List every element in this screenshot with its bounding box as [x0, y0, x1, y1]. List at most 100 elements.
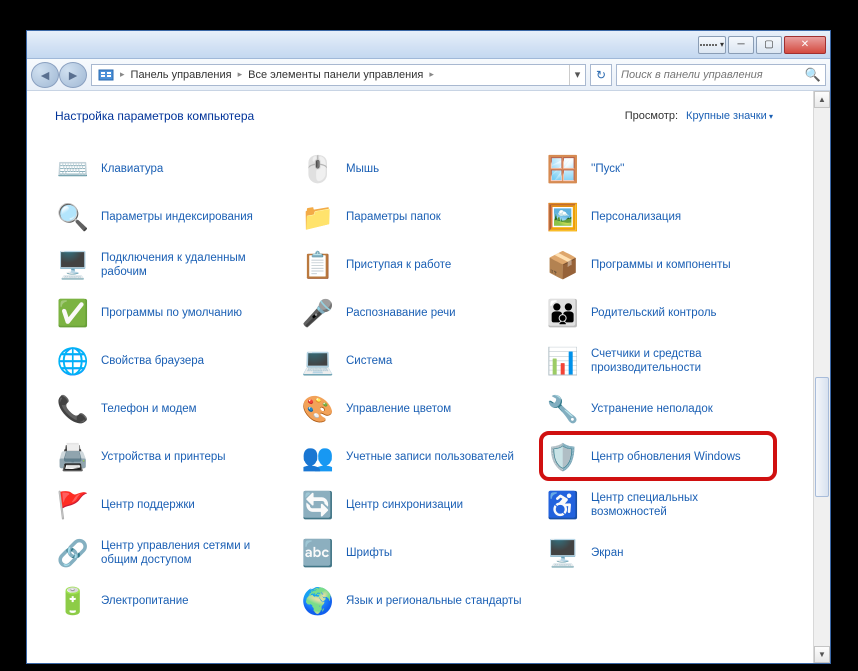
item-label: Программы и компоненты: [591, 258, 731, 272]
cp-item-folder-options[interactable]: 📁 Параметры папок: [300, 193, 545, 241]
item-label: Центр управления сетями и общим доступом: [101, 539, 281, 568]
item-label: Центр специальных возможностей: [591, 491, 771, 520]
action-center-icon: 🚩: [55, 487, 91, 523]
cp-item-troubleshooting[interactable]: 🔧Устранение неполадок: [545, 385, 790, 433]
item-label: Клавиатура: [101, 162, 163, 176]
folder-options-icon: 📁: [300, 199, 336, 235]
close-button[interactable]: ✕: [784, 36, 826, 54]
cp-item-personalization[interactable]: 🖼️Персонализация: [545, 193, 790, 241]
speech-recognition-icon: 🎤: [300, 295, 336, 331]
cp-item-power-options[interactable]: 🔋 Электропитание: [55, 577, 300, 625]
scroll-track[interactable]: [814, 108, 830, 646]
cp-item-performance-info[interactable]: 📊Счетчики и средства производительности: [545, 337, 790, 385]
cp-item-internet-options[interactable]: 🌐Свойства браузера: [55, 337, 300, 385]
item-label: Центр синхронизации: [346, 498, 463, 512]
item-label: Система: [346, 354, 392, 368]
cp-item-indexing-options[interactable]: 🔍Параметры индексирования: [55, 193, 300, 241]
sync-center-icon: 🔄: [300, 487, 336, 523]
getting-started-icon: 📋: [300, 247, 336, 283]
breadcrumb[interactable]: ▸ Панель управления ▸ Все элементы панел…: [91, 64, 586, 86]
item-label: Шрифты: [346, 546, 392, 560]
personalization-icon: 🖼️: [545, 199, 581, 235]
item-label: Телефон и модем: [101, 402, 197, 416]
arrow-right-icon: ►: [66, 67, 80, 83]
items-column: 🪟''Пуск''🖼️Персонализация 📦 Программы и ко…: [545, 145, 790, 625]
cp-item-mouse[interactable]: 🖱️Мышь: [300, 145, 545, 193]
cp-item-speech-recognition[interactable]: 🎤 Распознавание речи: [300, 289, 545, 337]
arrow-left-icon: ◄: [38, 67, 52, 83]
power-options-icon: 🔋: [55, 583, 91, 619]
nav-buttons: ◄ ►: [31, 62, 87, 88]
default-programs-icon: ✅: [55, 295, 91, 331]
view-label: Просмотр:: [625, 110, 678, 122]
cp-item-display[interactable]: 🖥️Экран: [545, 529, 790, 577]
cp-item-parental-controls[interactable]: 👪Родительский контроль: [545, 289, 790, 337]
cp-item-windows-update[interactable]: 🛡️ Центр обновления Windows: [545, 433, 790, 481]
items-column: 🖱️Мышь 📁 Параметры папок 📋Приступая к работ…: [300, 145, 545, 625]
breadcrumb-seg-1[interactable]: Панель управления: [127, 65, 236, 85]
vertical-scrollbar[interactable]: ▲ ▼: [813, 91, 830, 663]
item-label: Центр поддержки: [101, 498, 195, 512]
cp-item-programs-features[interactable]: 📦 Программы и компоненты: [545, 241, 790, 289]
cp-item-default-programs[interactable]: ✅Программы по умолчанию: [55, 289, 300, 337]
devices-printers-icon: 🖨️: [55, 439, 91, 475]
refresh-icon: ↻: [596, 68, 606, 82]
cp-item-network-sharing[interactable]: 🔗Центр управления сетями и общим доступо…: [55, 529, 300, 577]
search-icon: 🔍: [805, 67, 821, 83]
minimize-button[interactable]: ─: [728, 36, 754, 54]
refresh-button[interactable]: ↻: [590, 64, 612, 86]
search-input[interactable]: [621, 69, 805, 81]
maximize-button[interactable]: ▢: [756, 36, 782, 54]
cp-item-system[interactable]: 💻Система: [300, 337, 545, 385]
cp-item-user-accounts[interactable]: 👥Учетные записи пользователей: [300, 433, 545, 481]
item-label: Параметры индексирования: [101, 210, 253, 224]
cp-item-ease-of-access[interactable]: ♿Центр специальных возможностей: [545, 481, 790, 529]
cp-item-fonts[interactable]: 🔤 Шрифты: [300, 529, 545, 577]
fonts-icon: 🔤: [300, 535, 336, 571]
cp-item-keyboard[interactable]: ⌨️Клавиатура: [55, 145, 300, 193]
item-label: Подключения к удаленным рабочим: [101, 251, 281, 280]
search-box[interactable]: 🔍: [616, 64, 826, 86]
window-menu-button[interactable]: ▾: [698, 36, 726, 54]
breadcrumb-sep: ▸: [118, 69, 127, 80]
phone-modem-icon: 📞: [55, 391, 91, 427]
region-language-icon: 🌍: [300, 583, 336, 619]
windows-update-icon: 🛡️: [545, 439, 581, 475]
item-label: Экран: [591, 546, 623, 560]
programs-features-icon: 📦: [545, 247, 581, 283]
forward-button[interactable]: ►: [59, 62, 87, 88]
scroll-thumb[interactable]: [815, 377, 829, 497]
cp-item-region-language[interactable]: 🌍 Язык и региональные стандарты: [300, 577, 545, 625]
item-label: Родительский контроль: [591, 306, 717, 320]
main-panel: Настройка параметров компьютера Просмотр…: [27, 91, 813, 663]
cp-item-devices-printers[interactable]: 🖨️Устройства и принтеры: [55, 433, 300, 481]
scroll-down-button[interactable]: ▼: [814, 646, 830, 663]
item-label: Параметры папок: [346, 210, 441, 224]
items-column: ⌨️Клавиатура🔍Параметры индексирования🖥️П…: [55, 145, 300, 625]
cp-item-getting-started[interactable]: 📋Приступая к работе: [300, 241, 545, 289]
cp-item-remote-desktop[interactable]: 🖥️Подключения к удаленным рабочим: [55, 241, 300, 289]
taskbar-start-icon: 🪟: [545, 151, 581, 187]
maximize-icon: ▢: [764, 39, 773, 50]
item-label: Свойства браузера: [101, 354, 204, 368]
item-label: Центр обновления Windows: [591, 450, 741, 464]
cp-item-color-management[interactable]: 🎨 Управление цветом: [300, 385, 545, 433]
close-icon: ✕: [801, 39, 809, 50]
user-accounts-icon: 👥: [300, 439, 336, 475]
item-label: Распознавание речи: [346, 306, 456, 320]
performance-info-icon: 📊: [545, 343, 581, 379]
cp-item-sync-center[interactable]: 🔄 Центр синхронизации: [300, 481, 545, 529]
view-dropdown[interactable]: Крупные значки: [686, 110, 773, 122]
scroll-up-button[interactable]: ▲: [814, 91, 830, 108]
item-label: Управление цветом: [346, 402, 451, 416]
cp-item-action-center[interactable]: 🚩 Центр поддержки: [55, 481, 300, 529]
back-button[interactable]: ◄: [31, 62, 59, 88]
breadcrumb-dropdown[interactable]: ▾: [569, 65, 585, 85]
item-label: Электропитание: [101, 594, 189, 608]
breadcrumb-seg-2[interactable]: Все элементы панели управления: [244, 65, 427, 85]
cp-item-phone-modem[interactable]: 📞 Телефон и модем: [55, 385, 300, 433]
color-management-icon: 🎨: [300, 391, 336, 427]
mouse-icon: 🖱️: [300, 151, 336, 187]
cp-item-taskbar-start[interactable]: 🪟''Пуск'': [545, 145, 790, 193]
item-label: Язык и региональные стандарты: [346, 594, 522, 608]
